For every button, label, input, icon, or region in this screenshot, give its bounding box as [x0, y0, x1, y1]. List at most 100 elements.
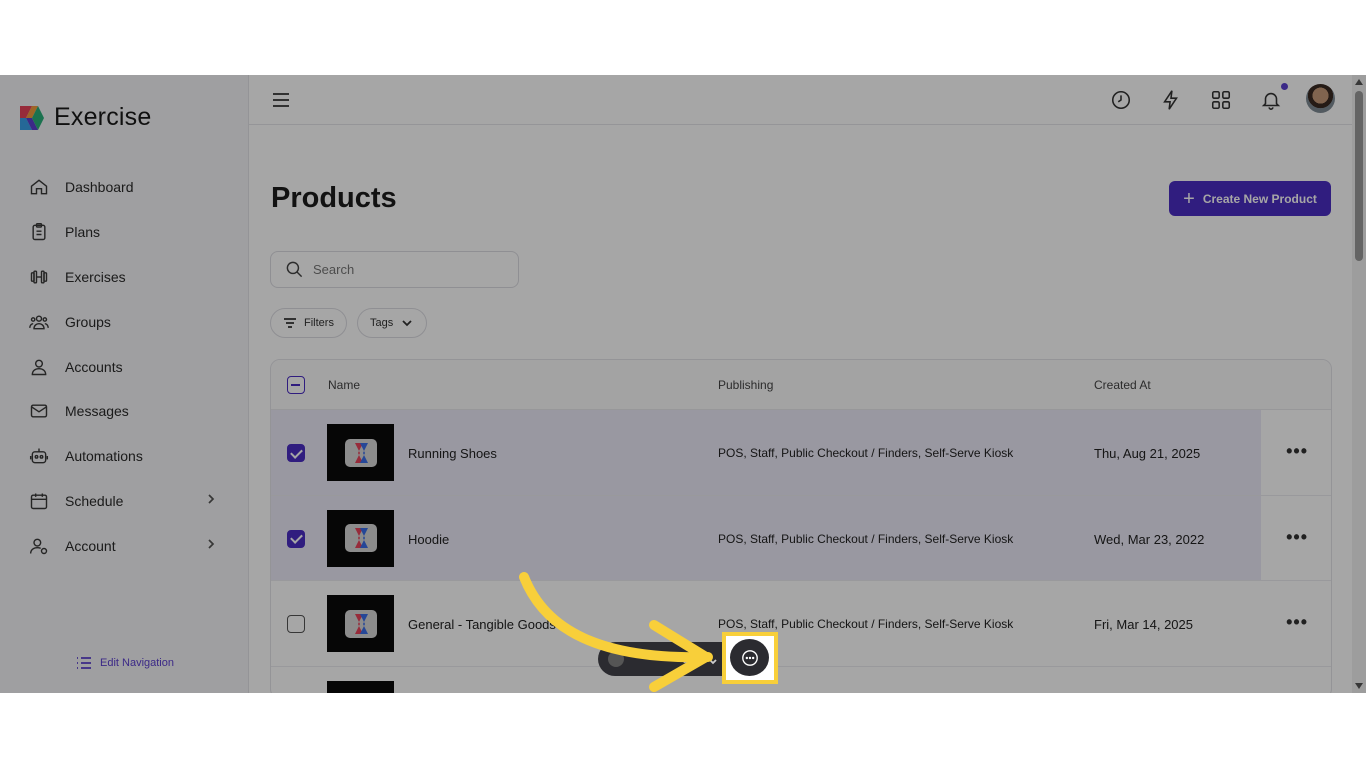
table-header: Name Publishing Created At [271, 360, 1331, 410]
logo-mark-icon [20, 105, 44, 130]
lightning-icon [1163, 90, 1178, 110]
sidebar-item-automations[interactable]: Automations [0, 434, 249, 479]
table-row[interactable] [271, 667, 1331, 693]
sidebar-item-messages[interactable]: Messages [0, 389, 249, 434]
vertical-scrollbar[interactable] [1352, 75, 1366, 693]
table-row[interactable]: Hoodie POS, Staff, Public Checkout / Fin… [271, 495, 1331, 581]
sidebar-item-dashboard[interactable]: Dashboard [0, 165, 249, 210]
chevron-right-icon [205, 537, 217, 555]
apps-button[interactable] [1210, 89, 1232, 111]
filters-button[interactable]: Filters [270, 308, 347, 338]
sidebar-item-label: Schedule [65, 492, 124, 509]
product-thumbnail [327, 680, 394, 693]
robot-icon [28, 445, 50, 467]
row-checkbox[interactable] [287, 529, 305, 548]
sidebar-item-label: Groups [65, 313, 111, 330]
product-thumbnail [327, 595, 394, 652]
create-new-product-button[interactable]: + Create New Product [1169, 181, 1331, 216]
grid-icon [1211, 90, 1231, 110]
user-avatar[interactable] [1306, 84, 1335, 113]
sidebar-item-plans[interactable]: Plans [0, 210, 249, 255]
notifications-button[interactable] [1260, 89, 1282, 111]
column-header-publishing[interactable]: Publishing [718, 378, 773, 392]
user-settings-icon [28, 535, 50, 557]
quick-actions-button[interactable] [1160, 89, 1182, 111]
dumbbell-icon [28, 266, 50, 288]
tags-label: Tags [370, 317, 394, 329]
chevron-down-icon [708, 654, 718, 672]
action-bar-toggle[interactable] [608, 651, 624, 667]
top-bar [249, 75, 1366, 125]
product-name[interactable]: General - Tangible Goods [408, 617, 556, 632]
sidebar-item-label: Automations [65, 448, 143, 465]
history-button[interactable] [1110, 89, 1132, 111]
table-row[interactable]: Running Shoes POS, Staff, Public Checkou… [271, 410, 1331, 496]
scrollbar-thumb[interactable] [1355, 91, 1363, 261]
more-options-icon[interactable]: ••• [1286, 528, 1308, 546]
product-publishing: POS, Staff, Public Checkout / Finders, S… [718, 531, 1014, 546]
products-table: Name Publishing Created At Running Shoes… [270, 359, 1332, 693]
tags-dropdown[interactable]: Tags [357, 308, 428, 338]
row-checkbox[interactable] [287, 444, 305, 462]
sidebar-item-exercises[interactable]: Exercises [0, 255, 249, 300]
product-thumbnail [327, 424, 394, 481]
list-icon [77, 657, 91, 669]
scroll-up-arrow-icon[interactable] [1355, 79, 1363, 85]
column-header-name[interactable]: Name [328, 378, 360, 392]
clipboard-icon [28, 221, 50, 243]
more-actions-button[interactable] [730, 639, 769, 676]
product-publishing: POS, Staff, Public Checkout / Finders, S… [718, 446, 1014, 460]
sidebar-item-account[interactable]: Account [0, 523, 249, 568]
product-created-at: Thu, Aug 21, 2025 [1094, 446, 1201, 461]
row-menu-cell: ••• [1261, 495, 1331, 580]
chevron-right-icon [205, 492, 217, 510]
table-row[interactable]: General - Tangible Goods POS, Staff, Pub… [271, 581, 1331, 667]
sidebar-item-label: Account [65, 537, 116, 554]
search-icon [286, 261, 303, 278]
hamburger-icon [273, 93, 289, 107]
product-name[interactable]: Hoodie [408, 532, 449, 547]
create-button-label: Create New Product [1202, 191, 1317, 206]
sidebar-item-groups[interactable]: Groups [0, 299, 249, 344]
action-bar-label[interactable]: ed [682, 652, 695, 666]
product-created-at: Wed, Mar 23, 2022 [1094, 531, 1205, 547]
home-icon [28, 176, 50, 198]
edit-navigation-label: Edit Navigation [100, 657, 174, 669]
app-name: Exercise [54, 103, 152, 131]
search-input[interactable] [313, 262, 503, 277]
clock-icon [1111, 90, 1131, 110]
select-all-checkbox[interactable] [287, 376, 305, 394]
sidebar: Exercise Dashboard Plans Exercises Group… [0, 75, 249, 693]
mail-icon [28, 400, 50, 422]
product-thumbnail [327, 509, 394, 567]
filters-label: Filters [304, 317, 334, 329]
more-options-icon[interactable]: ••• [1286, 442, 1308, 460]
user-icon [28, 356, 50, 378]
edit-navigation-link[interactable]: Edit Navigation [76, 656, 174, 670]
notification-badge [1281, 83, 1288, 90]
scroll-down-arrow-icon[interactable] [1355, 683, 1363, 689]
row-menu-cell: ••• [1261, 410, 1331, 495]
filter-icon [284, 318, 296, 328]
plus-icon: + [1183, 187, 1195, 210]
product-created-at: Fri, Mar 14, 2025 [1094, 617, 1193, 632]
menu-toggle-button[interactable] [271, 90, 291, 110]
sidebar-item-label: Accounts [65, 358, 123, 375]
app-logo[interactable]: Exercise [18, 103, 151, 132]
more-horizontal-circle-icon [741, 649, 758, 666]
more-options-icon[interactable]: ••• [1286, 613, 1308, 631]
row-checkbox[interactable] [287, 615, 305, 633]
sidebar-item-accounts[interactable]: Accounts [0, 344, 249, 389]
sidebar-item-label: Dashboard [65, 179, 134, 196]
row-menu-cell: ••• [1261, 581, 1331, 666]
product-name[interactable]: Running Shoes [408, 446, 497, 461]
column-header-created-at[interactable]: Created At [1094, 378, 1151, 392]
sidebar-nav: Dashboard Plans Exercises Groups Account… [0, 165, 249, 568]
app-window: Exercise Dashboard Plans Exercises Group… [0, 75, 1366, 693]
search-box[interactable] [270, 251, 519, 288]
main-content: Products + Create New Product Filters Ta… [249, 125, 1352, 693]
sidebar-item-schedule[interactable]: Schedule [0, 479, 249, 524]
bell-icon [1261, 92, 1281, 110]
sidebar-item-label: Exercises [65, 268, 126, 285]
page-title: Products [271, 182, 397, 214]
